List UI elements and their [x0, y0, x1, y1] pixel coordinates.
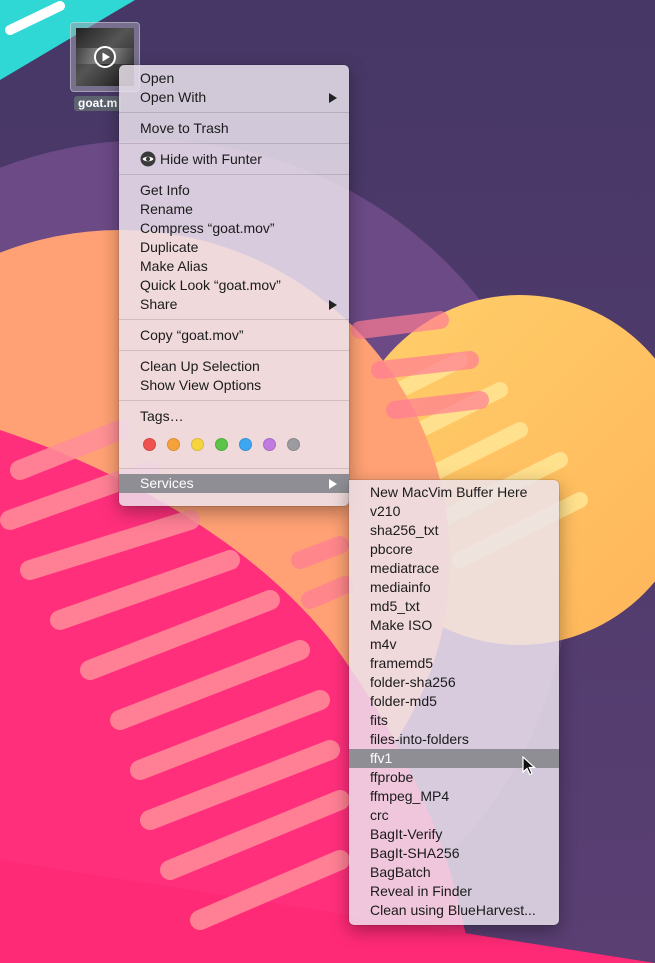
menu-item-share[interactable]: Share: [119, 295, 349, 314]
submenu-arrow-icon: [329, 93, 337, 103]
service-item-mediatrace[interactable]: mediatrace: [349, 559, 559, 578]
submenu-arrow-icon: [329, 479, 337, 489]
menu-item-tags[interactable]: Tags…: [119, 407, 349, 426]
service-item-ffmpeg-mp4[interactable]: ffmpeg_MP4: [349, 787, 559, 806]
service-item-fits[interactable]: fits: [349, 711, 559, 730]
menu-item-show-view-options[interactable]: Show View Options: [119, 376, 349, 395]
menu-item-quick-look-goat-mov[interactable]: Quick Look “goat.mov”: [119, 276, 349, 295]
service-item-reveal-in-finder[interactable]: Reveal in Finder: [349, 882, 559, 901]
menu-spacer: [119, 462, 349, 463]
menu-item-move-to-trash[interactable]: Move to Trash: [119, 119, 349, 138]
menu-item-label: Share: [140, 296, 178, 312]
mouse-cursor-icon: [522, 756, 536, 776]
service-item-md5-txt[interactable]: md5_txt: [349, 597, 559, 616]
services-submenu: New MacVim Buffer Here v210 sha256_txt pbco…: [349, 480, 559, 925]
menu-item-clean-up-selection[interactable]: Clean Up Selection: [119, 357, 349, 376]
service-item-v210[interactable]: v210: [349, 502, 559, 521]
tag-colors-row: [119, 426, 349, 462]
menu-item-label: Duplicate: [140, 239, 199, 255]
service-item-files-into-folders[interactable]: files-into-folders: [349, 730, 559, 749]
tag-gray-dot[interactable]: [287, 438, 300, 451]
menu-item-label: Compress “goat.mov”: [140, 220, 275, 236]
menu-item-label: Get Info: [140, 182, 190, 198]
service-item-new-macvim-buffer-here[interactable]: New MacVim Buffer Here: [349, 483, 559, 502]
menu-item-label: Quick Look “goat.mov”: [140, 277, 281, 293]
menu-separator: [119, 174, 349, 175]
menu-separator: [119, 143, 349, 144]
service-item-pbcore[interactable]: pbcore: [349, 540, 559, 559]
menu-separator: [119, 319, 349, 320]
menu-item-duplicate[interactable]: Duplicate: [119, 238, 349, 257]
service-item-sha256-txt[interactable]: sha256_txt: [349, 521, 559, 540]
eye-icon: [140, 151, 156, 167]
service-item-bagbatch[interactable]: BagBatch: [349, 863, 559, 882]
tag-green-dot[interactable]: [215, 438, 228, 451]
menu-item-make-alias[interactable]: Make Alias: [119, 257, 349, 276]
menu-item-get-info[interactable]: Get Info: [119, 181, 349, 200]
menu-item-services[interactable]: Services: [119, 474, 349, 493]
service-item-crc[interactable]: crc: [349, 806, 559, 825]
service-item-bagit-sha256[interactable]: BagIt-SHA256: [349, 844, 559, 863]
service-item-mediainfo[interactable]: mediainfo: [349, 578, 559, 597]
tag-orange-dot[interactable]: [167, 438, 180, 451]
menu-item-label: Tags…: [140, 408, 184, 424]
service-item-folder-md5[interactable]: folder-md5: [349, 692, 559, 711]
menu-separator: [119, 400, 349, 401]
service-item-clean-using-blueharvest[interactable]: Clean using BlueHarvest...: [349, 901, 559, 920]
tag-yellow-dot[interactable]: [191, 438, 204, 451]
service-item-m4v[interactable]: m4v: [349, 635, 559, 654]
submenu-arrow-icon: [329, 300, 337, 310]
tag-red-dot[interactable]: [143, 438, 156, 451]
menu-item-open[interactable]: Open: [119, 69, 349, 88]
service-item-folder-sha256[interactable]: folder-sha256: [349, 673, 559, 692]
menu-separator: [119, 468, 349, 469]
menu-separator: [119, 112, 349, 113]
menu-item-open-with[interactable]: Open With: [119, 88, 349, 107]
tag-purple-dot[interactable]: [263, 438, 276, 451]
service-item-make-iso[interactable]: Make ISO: [349, 616, 559, 635]
menu-separator: [119, 350, 349, 351]
menu-item-copy-goat-mov[interactable]: Copy “goat.mov”: [119, 326, 349, 345]
menu-item-label: Show View Options: [140, 377, 262, 393]
menu-item-label: Services: [140, 475, 194, 491]
menu-item-label: Hide with Funter: [160, 151, 262, 167]
menu-item-hide-with-funter[interactable]: Hide with Funter: [119, 150, 349, 169]
menu-item-label: Copy “goat.mov”: [140, 327, 244, 343]
menu-item-label: Move to Trash: [140, 120, 229, 136]
service-item-framemd5[interactable]: framemd5: [349, 654, 559, 673]
menu-item-label: Open: [140, 70, 175, 86]
tag-blue-dot[interactable]: [239, 438, 252, 451]
play-icon: [94, 46, 116, 68]
menu-item-label: Make Alias: [140, 258, 208, 274]
menu-item-rename[interactable]: Rename: [119, 200, 349, 219]
file-name-label[interactable]: goat.m: [74, 96, 122, 111]
service-item-bagit-verify[interactable]: BagIt-Verify: [349, 825, 559, 844]
menu-item-label: Open With: [140, 89, 207, 105]
menu-item-label: Clean Up Selection: [140, 358, 260, 374]
context-menu: Open Open With Move to Trash Hide with Funt…: [119, 65, 349, 506]
menu-item-label: Rename: [140, 201, 193, 217]
menu-item-compress-goat-mov[interactable]: Compress “goat.mov”: [119, 219, 349, 238]
